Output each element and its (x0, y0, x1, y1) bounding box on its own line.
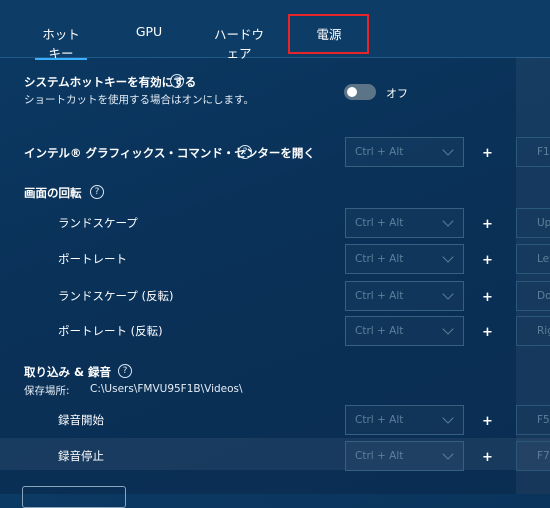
plus-icon: + (482, 450, 493, 465)
command-center-key-select[interactable]: F1 (516, 137, 550, 167)
capture-help-icon[interactable]: ? (118, 364, 132, 378)
chevron-down-icon (442, 251, 454, 263)
chevron-down-icon (442, 412, 454, 424)
tab-power-highlight (288, 14, 369, 54)
rotation-portrait-modifier-select[interactable]: Ctrl + Alt (345, 244, 464, 274)
rotation-portrait-flipped-modifier-select[interactable]: Ctrl + Alt (345, 316, 464, 346)
record-stop-key-select[interactable]: F7 (516, 441, 550, 471)
select-value: Ctrl + Alt (355, 325, 404, 337)
tab-hardware[interactable]: ハードウェア (210, 24, 268, 61)
plus-icon: + (482, 217, 493, 232)
select-value: Ctrl + Alt (355, 290, 404, 302)
plus-icon: + (482, 146, 493, 161)
rotation-portrait-flipped-label: ポートレート (反転) (58, 324, 163, 338)
record-stop-label: 録音停止 (58, 449, 104, 463)
command-center-label: インテル® グラフィックス・コマンド・センターを開く (24, 146, 315, 160)
select-value: F7 (537, 450, 550, 462)
plus-icon: + (482, 290, 493, 305)
chevron-down-icon (442, 323, 454, 335)
plus-icon: + (482, 253, 493, 268)
record-start-label: 録音開始 (58, 413, 104, 427)
tab-hotkeys[interactable]: ホットキー (35, 24, 87, 61)
select-value: Ctrl + Alt (355, 450, 404, 462)
select-value: Up (537, 217, 550, 229)
rotation-landscape-flipped-label: ランドスケープ (反転) (58, 289, 174, 303)
record-stop-modifier-select[interactable]: Ctrl + Alt (345, 441, 464, 471)
select-value: Down (537, 290, 550, 302)
toggle-knob (347, 87, 357, 97)
save-location-path[interactable]: C:\Users\FMVU95F1B\Videos\ (90, 383, 243, 395)
rotation-help-icon[interactable]: ? (90, 185, 104, 199)
plus-icon: + (482, 325, 493, 340)
system-hotkeys-toggle[interactable] (344, 84, 376, 100)
command-center-help-icon[interactable]: ? (238, 145, 252, 159)
select-value: F1 (537, 146, 550, 158)
select-value: F5 (537, 414, 550, 426)
rotation-landscape-modifier-select[interactable]: Ctrl + Alt (345, 208, 464, 238)
bottom-button[interactable] (22, 486, 126, 508)
tab-bar: ホットキー GPU ハードウェア 電源 (0, 0, 550, 61)
rotation-portrait-key-select[interactable]: Left (516, 244, 550, 274)
command-center-modifier-select[interactable]: Ctrl + Alt (345, 137, 464, 167)
chevron-down-icon (442, 144, 454, 156)
capture-title: 取り込み & 録音 (24, 365, 112, 379)
plus-icon: + (482, 414, 493, 429)
tab-gpu[interactable]: GPU (134, 24, 164, 48)
rotation-landscape-label: ランドスケープ (58, 216, 138, 230)
record-start-key-select[interactable]: F5 (516, 405, 550, 435)
select-value: Ctrl + Alt (355, 146, 404, 158)
system-hotkeys-toggle-label: オフ (386, 87, 408, 100)
chevron-down-icon (442, 288, 454, 300)
select-value: Ctrl + Alt (355, 414, 404, 426)
select-value: Left (537, 253, 550, 265)
system-hotkeys-description: ショートカットを使用する場合はオンにします。 (24, 94, 254, 106)
select-value: Ctrl + Alt (355, 253, 404, 265)
record-start-modifier-select[interactable]: Ctrl + Alt (345, 405, 464, 435)
select-value: Right (537, 325, 550, 337)
rotation-landscape-key-select[interactable]: Up (516, 208, 550, 238)
rotation-landscape-flipped-modifier-select[interactable]: Ctrl + Alt (345, 281, 464, 311)
system-hotkeys-help-icon[interactable]: ? (170, 74, 184, 88)
rotation-portrait-flipped-key-select[interactable]: Right (516, 316, 550, 346)
rotation-landscape-flipped-key-select[interactable]: Down (516, 281, 550, 311)
chevron-down-icon (442, 215, 454, 227)
select-value: Ctrl + Alt (355, 217, 404, 229)
rotation-portrait-label: ポートレート (58, 252, 127, 266)
rotation-title: 画面の回転 (24, 186, 82, 200)
chevron-down-icon (442, 448, 454, 460)
save-location-label: 保存場所: (24, 385, 70, 397)
